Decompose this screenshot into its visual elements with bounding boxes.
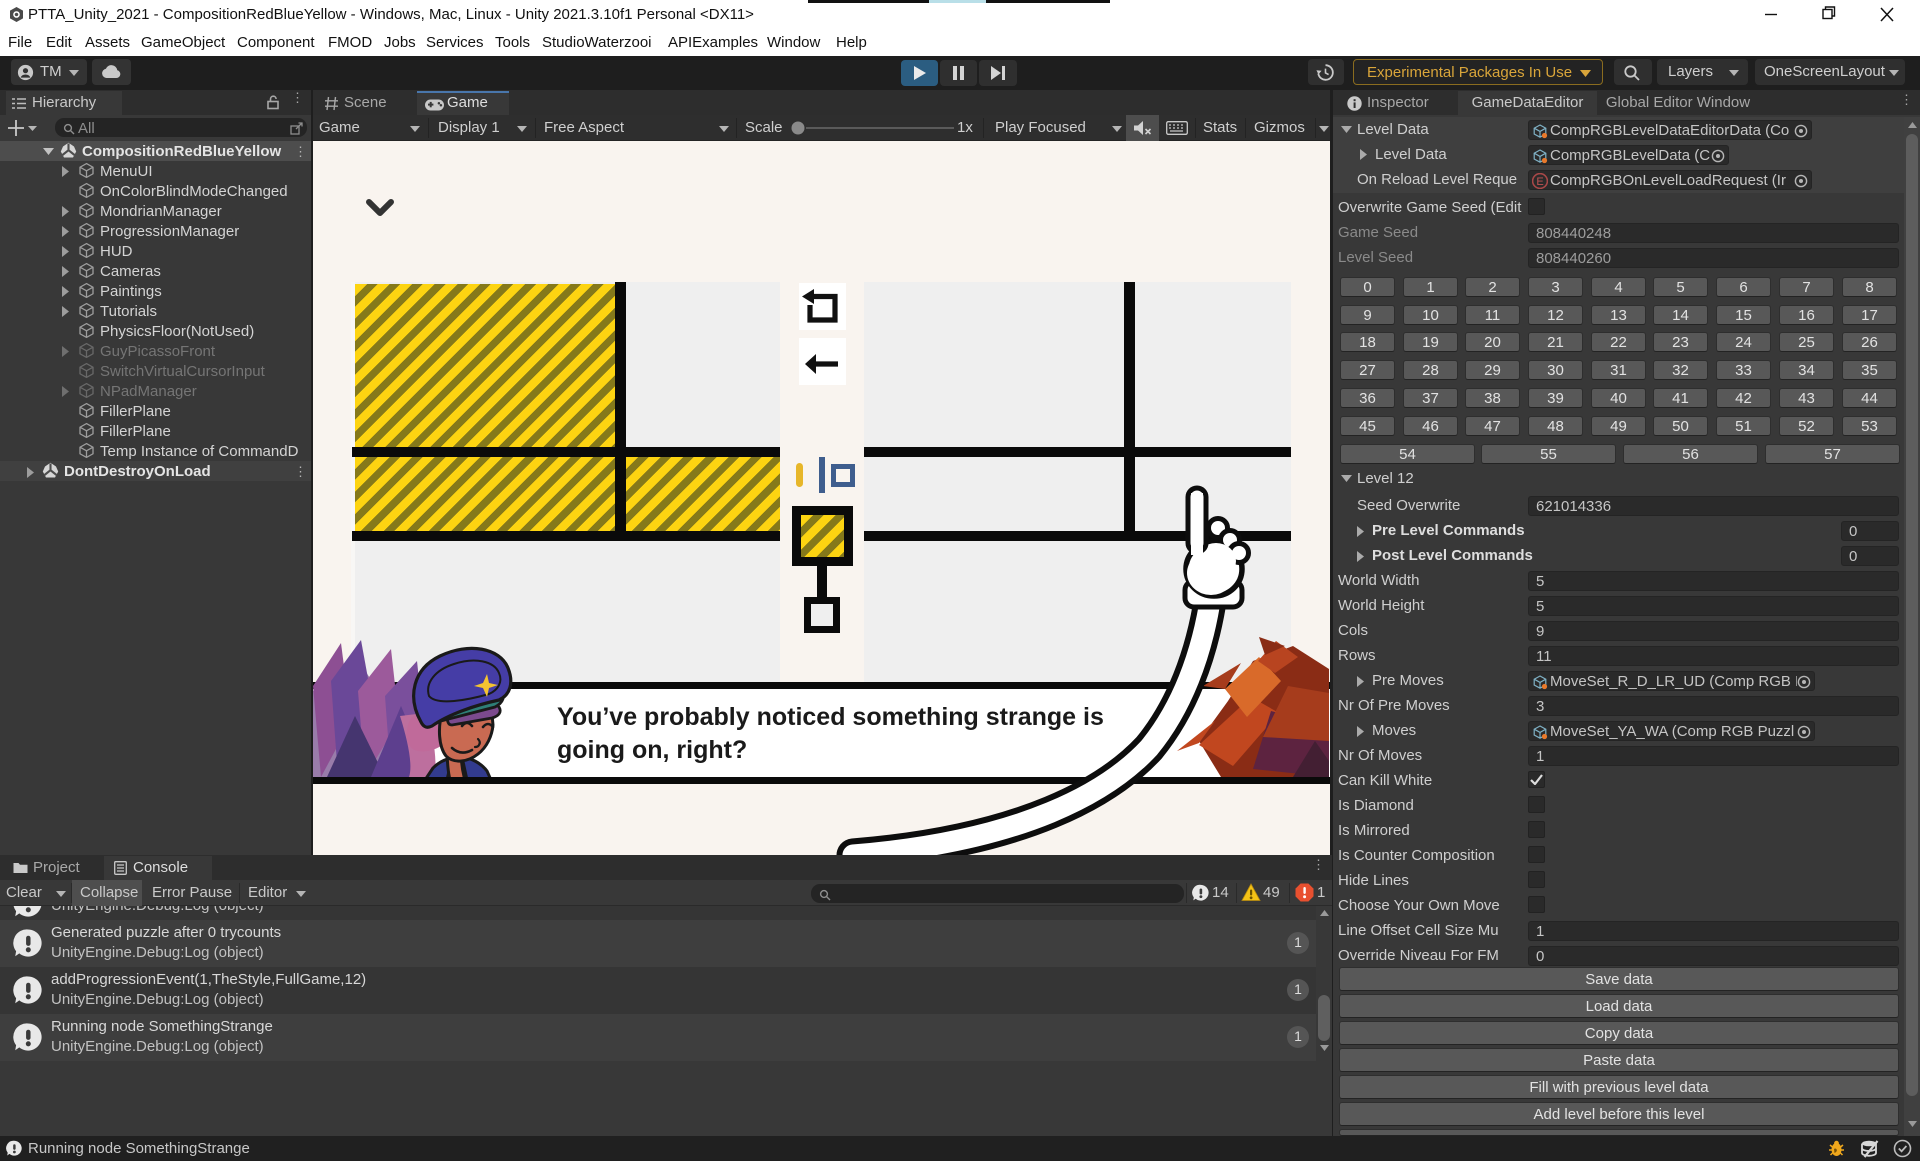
svg-text:E: E	[1536, 176, 1543, 188]
